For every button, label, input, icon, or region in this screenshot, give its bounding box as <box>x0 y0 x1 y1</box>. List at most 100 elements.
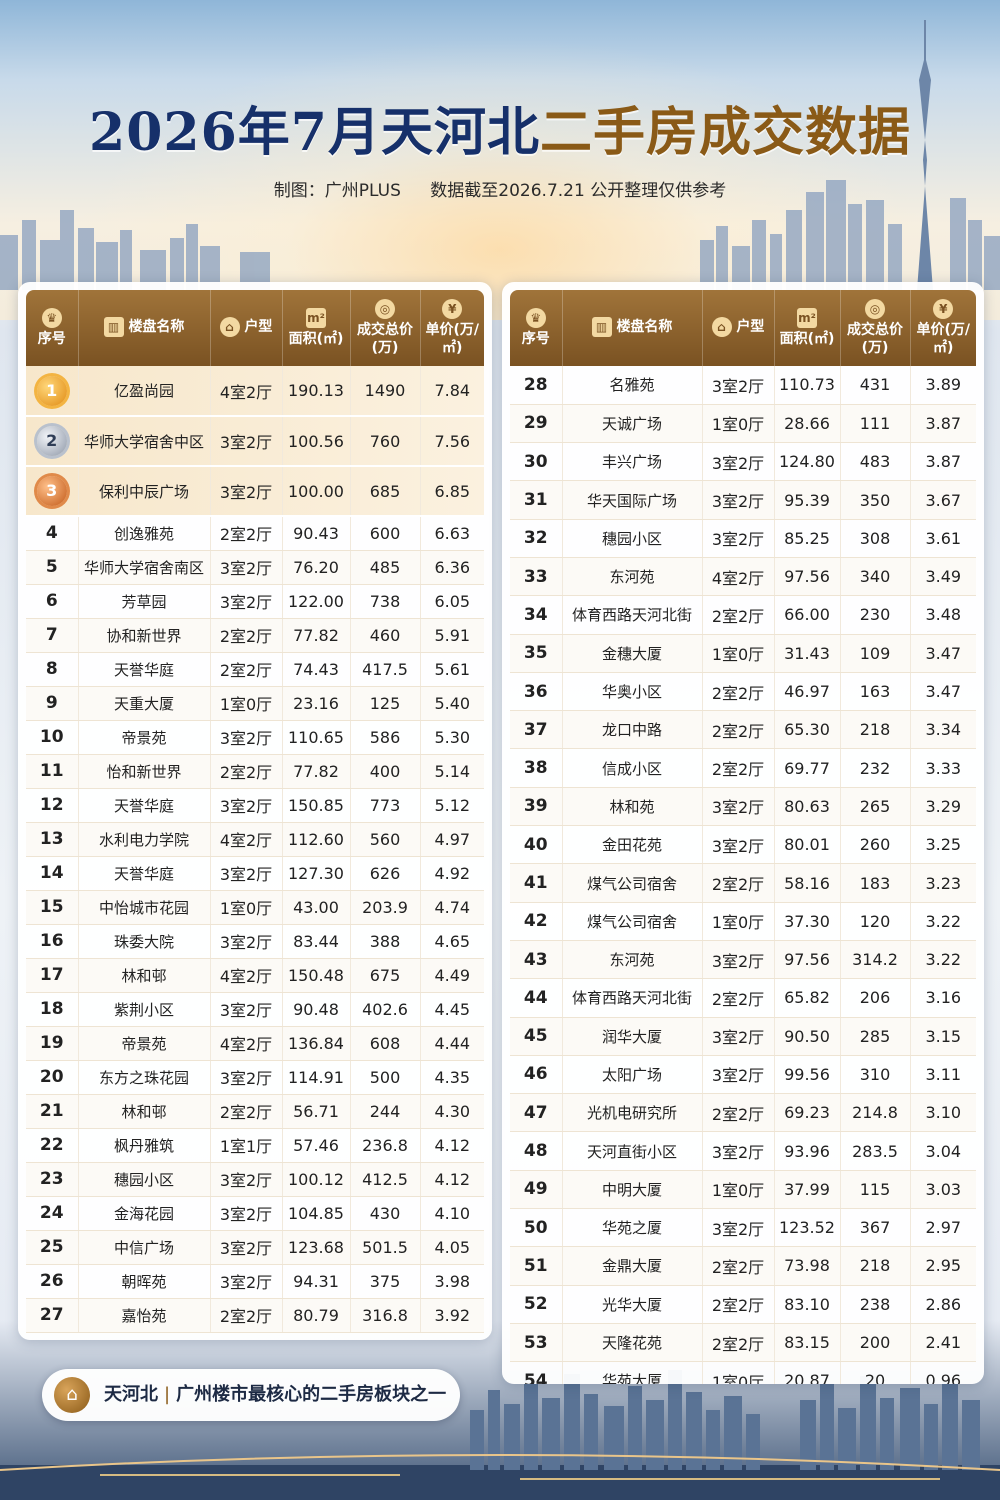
cell-unit: 4.05 <box>420 1230 484 1265</box>
col-header-layout: ⌂ 户型 <box>210 290 283 366</box>
cell-unit: 4.12 <box>420 1162 484 1197</box>
cell-idx: 41 <box>510 863 563 903</box>
cell-layout: 3室2厅 <box>210 1060 283 1095</box>
cell-layout: 1室0厅 <box>702 1361 775 1384</box>
cell-unit: 3.23 <box>910 863 976 903</box>
cell-unit: 3.61 <box>910 519 976 558</box>
table-row: 3 保利中辰广场 3室2厅 100.00 685 6.85 <box>26 466 484 517</box>
table-row: 9 天重大厦 1室0厅 23.16 125 5.40 <box>26 686 484 721</box>
cell-layout: 4室2厅 <box>210 1026 283 1061</box>
deals-table-right: ♛ 序号 ▥ 楼盘名称 ⌂ 户型 m² 面积(㎡) ◎ 成交总价(万) ¥ 单价(万/㎡… <box>510 290 976 1384</box>
cell-name: 中怡城市花园 <box>78 890 211 925</box>
table-row: 53 天隆花苑 2室2厅 83.15 200 2.41 <box>510 1323 976 1363</box>
cell-name: 中明大厦 <box>562 1170 703 1210</box>
col-header-name: ▥ 楼盘名称 <box>562 290 703 366</box>
cell-area: 69.77 <box>774 748 841 788</box>
cell-total: 109 <box>840 634 911 673</box>
cell-layout: 1室0厅 <box>210 686 283 721</box>
cell-layout: 3室2厅 <box>702 1055 775 1095</box>
cell-name: 水利电力学院 <box>78 822 211 857</box>
cell-total: 316.8 <box>350 1298 421 1333</box>
footer-tagline: 广州楼市最核心的二手房板块之一 <box>176 1384 447 1405</box>
cell-name: 金鼎大厦 <box>562 1246 703 1286</box>
cell-area: 80.01 <box>774 825 841 865</box>
table-row: 11 怡和新世界 2室2厅 77.82 400 5.14 <box>26 754 484 789</box>
cell-unit: 3.47 <box>910 634 976 673</box>
cell-area: 56.71 <box>282 1094 351 1129</box>
table-row: 48 天河直街小区 3室2厅 93.96 283.5 3.04 <box>510 1131 976 1171</box>
cell-layout: 1室0厅 <box>210 890 283 925</box>
cell-layout: 4室2厅 <box>210 366 283 417</box>
cell-layout: 2室2厅 <box>702 1285 775 1324</box>
cell-name: 金海花园 <box>78 1196 211 1231</box>
cell-name: 体育西路天河北街 <box>562 595 703 635</box>
cell-name: 枫丹雅筑 <box>78 1128 211 1163</box>
cell-idx: 24 <box>26 1196 79 1231</box>
cell-unit: 4.12 <box>420 1128 484 1163</box>
table-row: 18 紫荆小区 3室2厅 90.48 402.6 4.45 <box>26 992 484 1027</box>
cell-area: 122.00 <box>282 584 351 619</box>
cell-total: 218 <box>840 1246 911 1286</box>
cell-name: 天誉华庭 <box>78 856 211 891</box>
cell-total: 375 <box>350 1264 421 1299</box>
coins-icon: ◎ <box>865 299 885 319</box>
cell-unit: 4.44 <box>420 1026 484 1061</box>
col-header-area: m² 面积(㎡) <box>282 290 351 366</box>
table-row: 20 东方之珠花园 3室2厅 114.91 500 4.35 <box>26 1060 484 1095</box>
cell-name: 煤气公司宿舍 <box>562 902 703 941</box>
cell-total: 111 <box>840 404 911 444</box>
table-panel-left: ♛ 序号 ▥ 楼盘名称 ⌂ 户型 m² 面积(㎡) ◎ 成交总价(万) ¥ 单价(万/㎡… <box>18 282 492 1340</box>
cell-total: 412.5 <box>350 1162 421 1197</box>
table-row: 14 天誉华庭 3室2厅 127.30 626 4.92 <box>26 856 484 891</box>
cell-area: 100.12 <box>282 1162 351 1197</box>
cell-layout: 3室2厅 <box>210 466 283 517</box>
cell-area: 31.43 <box>774 634 841 673</box>
cell-idx: 18 <box>26 992 79 1027</box>
title-highlight: 二手房成交数据 <box>539 102 911 163</box>
cell-layout: 3室2厅 <box>702 442 775 482</box>
cell-name: 中信广场 <box>78 1230 211 1265</box>
table-row: 5 华师大学宿舍南区 3室2厅 76.20 485 6.36 <box>26 550 484 585</box>
cell-unit: 3.87 <box>910 442 976 482</box>
table-row: 39 林和苑 3室2厅 80.63 265 3.29 <box>510 787 976 827</box>
cell-unit: 4.49 <box>420 958 484 993</box>
cell-layout: 3室2厅 <box>702 519 775 558</box>
cell-unit: 3.89 <box>910 366 976 405</box>
cell-layout: 3室2厅 <box>210 924 283 959</box>
cell-name: 保利中辰广场 <box>78 466 211 517</box>
yen-icon: ¥ <box>442 299 463 319</box>
cell-area: 65.82 <box>774 978 841 1018</box>
cell-name: 亿盈尚园 <box>78 366 211 417</box>
cell-total: 283.5 <box>840 1131 911 1171</box>
cell-layout: 3室2厅 <box>702 940 775 980</box>
cell-layout: 4室2厅 <box>702 557 775 597</box>
cell-name: 天誉华庭 <box>78 788 211 823</box>
cell-unit: 3.03 <box>910 1170 976 1210</box>
cell-area: 57.46 <box>282 1128 351 1163</box>
cell-total: 163 <box>840 672 911 712</box>
col-header-unit: ¥ 单价(万/㎡) <box>910 290 976 366</box>
cell-unit: 2.95 <box>910 1246 976 1286</box>
cell-area: 77.82 <box>282 618 351 653</box>
cell-total: 1490 <box>350 366 421 417</box>
table-row: 34 体育西路天河北街 2室2厅 66.00 230 3.48 <box>510 595 976 635</box>
table-row: 6 芳草园 3室2厅 122.00 738 6.05 <box>26 584 484 619</box>
cell-idx: 42 <box>510 902 563 941</box>
cell-total: 675 <box>350 958 421 993</box>
cell-area: 85.25 <box>774 519 841 558</box>
cell-idx: 29 <box>510 404 563 444</box>
cell-layout: 3室2厅 <box>210 550 283 585</box>
cell-idx: 21 <box>26 1094 79 1129</box>
cell-total: 760 <box>350 416 421 467</box>
table-row: 44 体育西路天河北街 2室2厅 65.82 206 3.16 <box>510 978 976 1018</box>
cell-idx: 1 <box>26 366 79 417</box>
cell-layout: 2室2厅 <box>210 754 283 789</box>
cell-unit: 5.40 <box>420 686 484 721</box>
cell-area: 110.73 <box>774 366 841 405</box>
cell-idx: 30 <box>510 442 563 482</box>
table-row: 26 朝晖苑 3室2厅 94.31 375 3.98 <box>26 1264 484 1299</box>
table-row: 1 亿盈尚园 4室2厅 190.13 1490 7.84 <box>26 366 484 417</box>
cell-total: 20 <box>840 1361 911 1384</box>
table-row: 12 天誉华庭 3室2厅 150.85 773 5.12 <box>26 788 484 823</box>
table-row: 52 光华大厦 2室2厅 83.10 238 2.86 <box>510 1285 976 1324</box>
